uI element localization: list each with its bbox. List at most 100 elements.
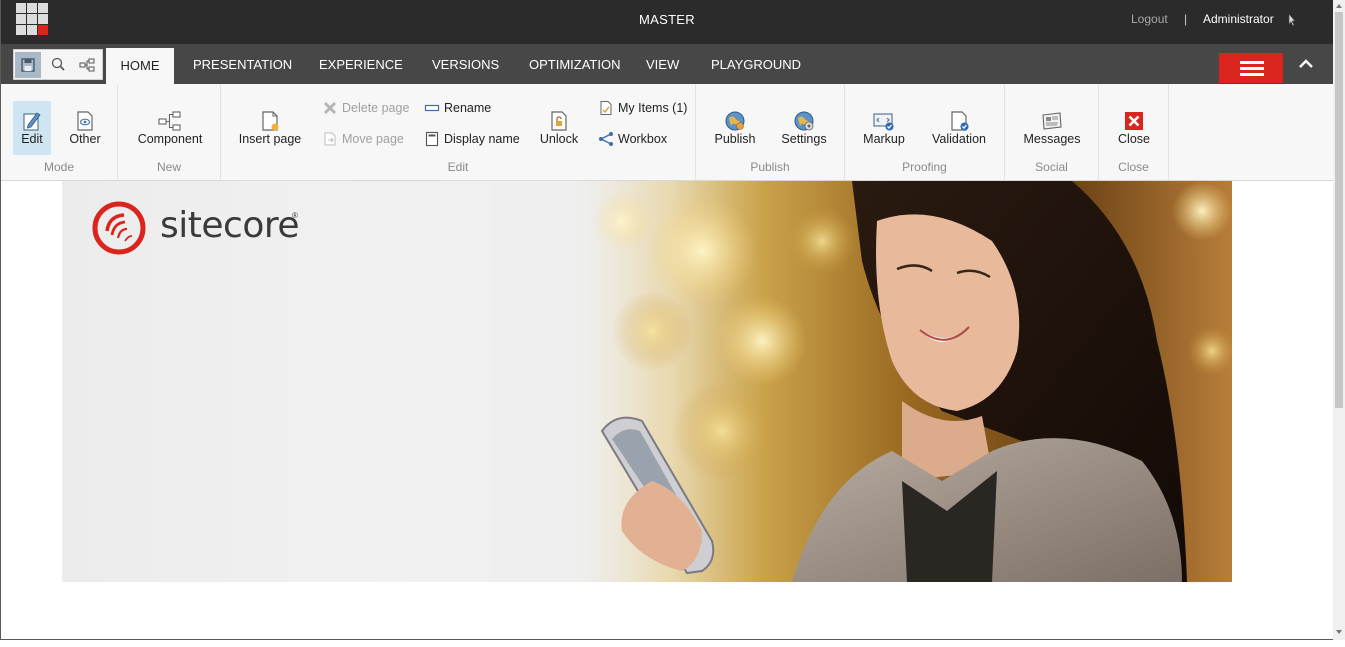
move-page-icon [324, 132, 336, 146]
grid-cell [38, 14, 48, 24]
ribbon-group-social: Messages Social [1005, 84, 1099, 180]
grid-cell [38, 3, 48, 13]
workbox-button[interactable]: Workbox [598, 130, 673, 148]
ribbon-group-new: Component New [118, 84, 221, 180]
navigation-tree-button[interactable] [74, 52, 100, 78]
insert-page-label: Insert page [238, 132, 302, 146]
tab-presentation[interactable]: PRESENTATION [193, 44, 292, 84]
edit-mode-label: Edit [21, 132, 43, 146]
user-menu-icon[interactable] [1288, 12, 1296, 28]
window-frame-left [0, 0, 1, 640]
other-mode-label: Other [69, 132, 101, 146]
menu-icon-bar [1240, 73, 1264, 76]
navigation-tree-icon [79, 58, 95, 72]
close-button[interactable]: Close [1111, 101, 1157, 155]
chevron-up-icon[interactable] [1295, 52, 1317, 76]
grid-cell [16, 3, 26, 13]
settings-globe-icon [794, 111, 814, 131]
delete-page-button[interactable]: Delete page [322, 99, 417, 117]
markup-button[interactable]: Markup [859, 101, 909, 155]
delete-page-label: Delete page [342, 101, 410, 115]
edit-mode-button[interactable]: Edit [13, 101, 51, 155]
markup-icon [873, 113, 894, 131]
save-button[interactable] [15, 52, 41, 78]
component-label: Component [137, 132, 203, 146]
tab-optimization[interactable]: OPTIMIZATION [529, 44, 620, 84]
scroll-down-arrow-icon[interactable] [1333, 626, 1345, 638]
grid-cell [27, 3, 37, 13]
unlock-button[interactable]: Unlock [533, 101, 585, 155]
component-button[interactable]: Component [136, 101, 204, 155]
delete-icon [323, 101, 337, 115]
scroll-up-arrow-icon[interactable] [1333, 0, 1345, 12]
validation-icon [951, 111, 969, 131]
ribbon-group-edit: Insert page Delete page Move page Rename… [221, 84, 696, 180]
publish-button[interactable]: Publish [710, 101, 760, 155]
workflow-icon [599, 132, 613, 146]
ribbon-group-close: Close Close [1099, 84, 1169, 180]
markup-label: Markup [863, 132, 905, 146]
sitecore-logo-mark-icon [92, 201, 146, 255]
top-bar: MASTER Logout | Administrator [1, 0, 1333, 44]
sitecore-logo: sitecore ® [92, 201, 312, 255]
publish-globe-icon [725, 111, 745, 131]
messages-newspaper-icon [1042, 112, 1062, 130]
ribbon-tab-strip: HOME PRESENTATION EXPERIENCE VERSIONS OP… [1, 44, 1333, 84]
window-bottom-gap [0, 640, 1345, 647]
move-page-label: Move page [342, 132, 404, 146]
my-items-label: My Items (1) [618, 101, 688, 115]
validation-label: Validation [932, 132, 986, 146]
group-label-proofing: Proofing [902, 160, 947, 174]
my-items-icon [600, 101, 612, 115]
tab-home[interactable]: HOME [106, 48, 174, 84]
menu-icon-bar [1240, 67, 1264, 70]
group-label-edit: Edit [447, 160, 469, 174]
display-name-label: Display name [444, 132, 520, 146]
tab-view[interactable]: VIEW [646, 44, 679, 84]
publish-settings-button[interactable]: Settings [779, 101, 829, 155]
tab-versions[interactable]: VERSIONS [432, 44, 499, 84]
group-label-new: New [156, 160, 181, 174]
hero-banner-image[interactable]: sitecore ® [62, 181, 1232, 582]
tab-experience[interactable]: EXPERIENCE [319, 44, 403, 84]
insert-page-button[interactable]: Insert page [237, 101, 303, 155]
insert-page-icon [262, 111, 279, 131]
publish-label: Publish [714, 132, 756, 146]
scrollbar-thumb[interactable] [1335, 12, 1343, 408]
ribbon-group-proofing: Markup Validation Proofing [845, 84, 1005, 180]
workbox-label: Workbox [618, 132, 668, 146]
app-launcher-icon[interactable] [16, 3, 49, 36]
my-items-button[interactable]: My Items (1) [598, 99, 688, 117]
group-label-social: Social [1035, 160, 1068, 174]
move-page-button[interactable]: Move page [322, 130, 412, 148]
display-name-button[interactable]: Display name [424, 130, 524, 148]
grid-cell [16, 25, 26, 35]
display-name-icon [425, 131, 439, 147]
group-label-publish: Publish [750, 160, 790, 174]
rename-icon [424, 104, 440, 112]
tab-playground[interactable]: PLAYGROUND [711, 44, 801, 84]
logout-link[interactable]: Logout [1131, 12, 1168, 26]
search-button[interactable] [45, 52, 71, 78]
save-icon [21, 58, 35, 72]
validation-button[interactable]: Validation [927, 101, 991, 155]
unlock-icon [551, 111, 567, 131]
other-mode-button[interactable]: Other [65, 101, 105, 155]
grid-cell-accent [38, 25, 48, 35]
rename-button[interactable]: Rename [424, 99, 499, 117]
search-icon [51, 57, 65, 71]
close-icon [1125, 112, 1143, 130]
settings-label: Settings [781, 132, 827, 146]
menu-icon-bar [1240, 61, 1264, 64]
hamburger-menu-button[interactable] [1219, 53, 1283, 83]
rename-label: Rename [444, 101, 492, 115]
ribbon-group-publish: Publish Settings Publish [696, 84, 845, 180]
component-icon [158, 111, 181, 131]
registered-mark: ® [292, 211, 298, 220]
vertical-scrollbar[interactable] [1333, 0, 1345, 640]
group-label-close: Close [1118, 160, 1149, 174]
grid-cell [16, 14, 26, 24]
messages-button[interactable]: Messages [1021, 101, 1083, 155]
edit-icon [23, 112, 41, 131]
user-name[interactable]: Administrator [1203, 12, 1274, 26]
